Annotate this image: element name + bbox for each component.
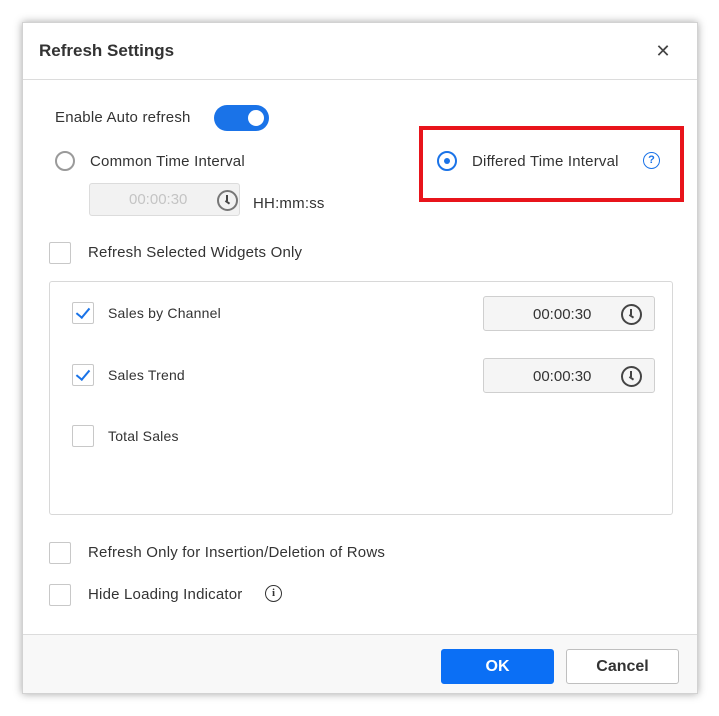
widget-label: Sales by Channel (108, 305, 221, 321)
differed-interval-radio[interactable] (437, 151, 457, 171)
refresh-settings-dialog: Refresh Settings ✕ Enable Auto refresh C… (22, 22, 698, 694)
time-format-label: HH:mm:ss (253, 195, 325, 212)
common-interval-value: 00:00:30 (129, 191, 188, 208)
auto-refresh-label: Enable Auto refresh (55, 109, 191, 126)
clock-icon[interactable] (621, 304, 642, 325)
hide-loading-label: Hide Loading Indicator (88, 586, 243, 603)
widgets-panel: Sales by Channel 00:00:30 Sales Trend 00… (49, 281, 673, 515)
close-icon[interactable]: ✕ (651, 39, 675, 63)
auto-refresh-toggle[interactable] (214, 105, 269, 131)
toggle-knob (248, 110, 264, 126)
info-icon[interactable]: i (265, 585, 282, 602)
clock-icon[interactable] (621, 366, 642, 387)
widget-interval-input[interactable]: 00:00:30 (483, 358, 655, 393)
dialog-title: Refresh Settings (39, 41, 175, 60)
widget-label: Sales Trend (108, 367, 185, 383)
widget-label: Total Sales (108, 428, 179, 444)
widget-checkbox-sales-trend[interactable] (72, 364, 94, 386)
ok-button[interactable]: OK (441, 649, 554, 684)
widget-interval-value: 00:00:30 (533, 306, 592, 323)
widget-checkbox-total-sales[interactable] (72, 425, 94, 447)
cancel-button[interactable]: Cancel (566, 649, 679, 684)
selected-widgets-checkbox[interactable] (49, 242, 71, 264)
dialog-footer: OK Cancel (23, 634, 697, 693)
insert-delete-label: Refresh Only for Insertion/Deletion of R… (88, 544, 386, 561)
dialog-header: Refresh Settings ✕ (23, 23, 697, 80)
selected-widgets-label: Refresh Selected Widgets Only (88, 244, 303, 261)
widget-interval-input[interactable]: 00:00:30 (483, 296, 655, 331)
help-icon[interactable]: ? (643, 152, 660, 169)
widget-checkbox-sales-by-channel[interactable] (72, 302, 94, 324)
clock-icon (217, 190, 238, 211)
hide-loading-checkbox[interactable] (49, 584, 71, 606)
differed-interval-label: Differed Time Interval (472, 153, 619, 170)
common-interval-radio[interactable] (55, 151, 75, 171)
widget-interval-value: 00:00:30 (533, 368, 592, 385)
insert-delete-checkbox[interactable] (49, 542, 71, 564)
common-interval-label: Common Time Interval (90, 153, 245, 170)
common-interval-input: 00:00:30 (89, 183, 240, 216)
